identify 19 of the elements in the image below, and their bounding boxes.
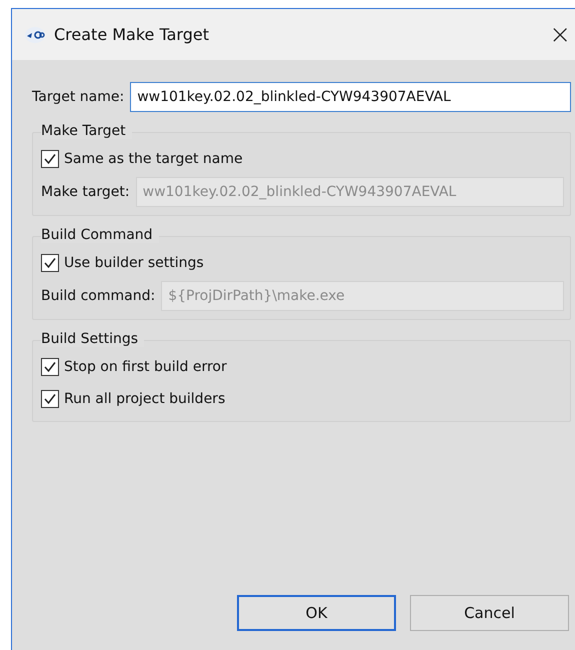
- checkbox[interactable]: [41, 254, 59, 272]
- checkbox-label: Run all project builders: [64, 391, 226, 407]
- checkbox-label: Same as the target name: [64, 151, 243, 167]
- field-label: Make target:: [41, 184, 130, 200]
- checkbox-label: Use builder settings: [64, 255, 204, 271]
- cancel-button[interactable]: Cancel: [410, 595, 569, 631]
- close-button[interactable]: ×: [541, 20, 575, 50]
- ok-button[interactable]: OK: [237, 595, 396, 631]
- group-title: Make Target: [41, 123, 132, 139]
- checkbox[interactable]: [41, 390, 59, 408]
- target-name-field[interactable]: ww101key.02.02_blinkled-CYW943907AEVAL: [130, 82, 571, 112]
- field-label: Target name:: [32, 89, 124, 105]
- checkbox-label: Stop on first build error: [64, 359, 227, 375]
- checkbox[interactable]: [41, 358, 59, 376]
- field-label: Build command:: [41, 288, 156, 304]
- window-title: Create Make Target: [54, 25, 210, 44]
- checkbox[interactable]: [41, 150, 59, 168]
- app-logo-icon: [24, 26, 46, 44]
- group-title: Build Settings: [41, 331, 144, 347]
